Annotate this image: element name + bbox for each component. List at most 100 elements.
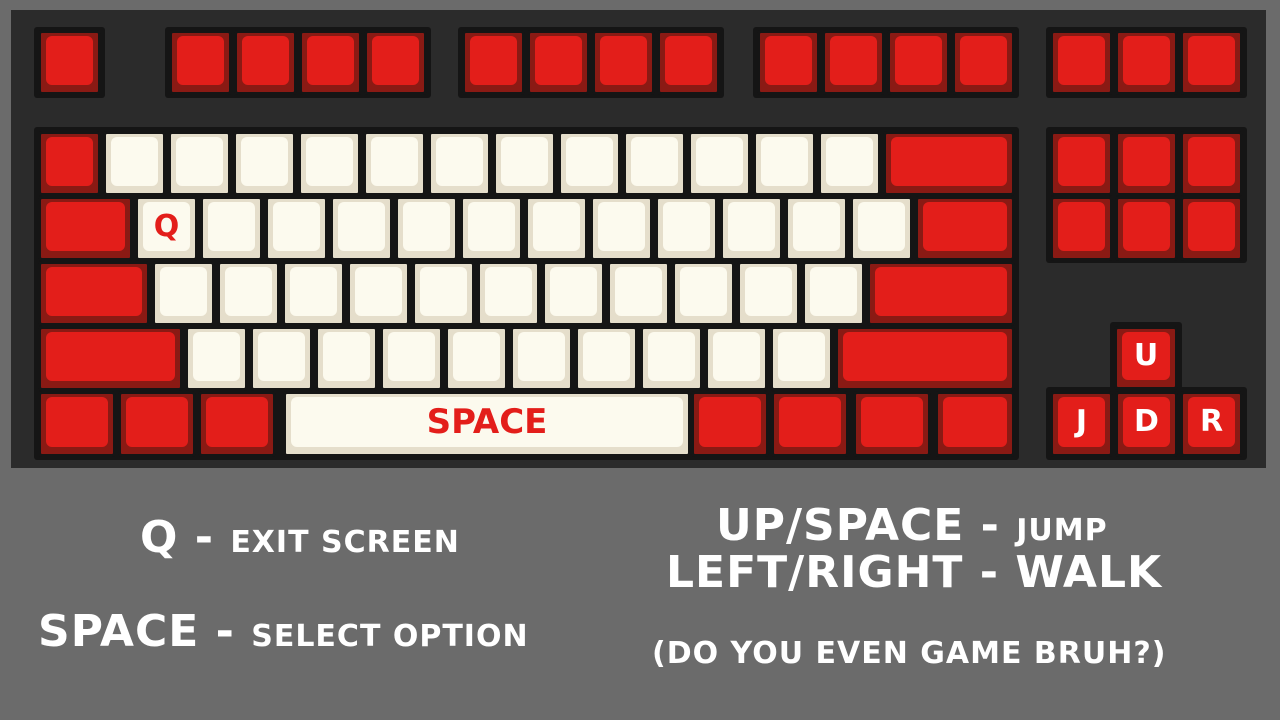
key-caps — [38, 261, 150, 326]
key-row4-5 — [445, 326, 508, 391]
key-print-2 — [1115, 30, 1178, 95]
key-f10 — [822, 30, 885, 95]
hint-joke-text: (DO YOU EVEN GAME BRUH?) — [652, 636, 1167, 671]
key-rshift — [835, 326, 1015, 391]
key-arrow-left: J — [1050, 391, 1113, 457]
key-row3-7 — [542, 261, 605, 326]
key-row3-3 — [282, 261, 345, 326]
key-row2-10 — [720, 196, 783, 261]
key-row4-3 — [315, 326, 378, 391]
key-row2-5 — [395, 196, 458, 261]
key-esc — [38, 30, 101, 95]
key-row3-8 — [607, 261, 670, 326]
hint-space-action: SELECT OPTION — [251, 619, 529, 654]
key-row4-7 — [575, 326, 638, 391]
key-nav-1 — [1050, 131, 1113, 196]
key-lwin — [118, 391, 196, 457]
key-row2-9 — [655, 196, 718, 261]
hint-separator: - — [963, 547, 1016, 598]
key-row2-11 — [785, 196, 848, 261]
key-num-12 — [818, 131, 881, 196]
key-num-9 — [623, 131, 686, 196]
hint-jump: UP/SPACE - JUMP — [716, 500, 1108, 551]
key-num-11 — [753, 131, 816, 196]
hint-joke: (DO YOU EVEN GAME BRUH?) — [652, 636, 1166, 671]
key-space-legend: SPACE — [426, 402, 548, 442]
key-row4-1 — [185, 326, 248, 391]
key-arrow-up: U — [1114, 326, 1178, 390]
key-arrow-right-legend: R — [1199, 404, 1224, 439]
key-enter — [867, 261, 1015, 326]
key-nav-5 — [1115, 196, 1178, 261]
key-row3-10 — [737, 261, 800, 326]
key-row2-2 — [200, 196, 263, 261]
key-num-8 — [558, 131, 621, 196]
key-num-2 — [168, 131, 231, 196]
key-f4 — [364, 30, 427, 95]
key-num-5 — [363, 131, 426, 196]
key-row2-8 — [590, 196, 653, 261]
key-f1 — [169, 30, 232, 95]
key-num-10 — [688, 131, 751, 196]
key-row3-2 — [217, 261, 280, 326]
key-row3-9 — [672, 261, 735, 326]
key-row2-4 — [330, 196, 393, 261]
key-f5 — [462, 30, 525, 95]
key-num-4 — [298, 131, 361, 196]
hint-separator: - — [199, 606, 252, 657]
key-row2-3 — [265, 196, 328, 261]
key-row3-4 — [347, 261, 410, 326]
key-num-3 — [233, 131, 296, 196]
key-f2 — [234, 30, 297, 95]
key-rwin — [771, 391, 849, 457]
key-num-1 — [103, 131, 166, 196]
key-f11 — [887, 30, 950, 95]
key-q: Q — [135, 196, 198, 261]
key-f8 — [657, 30, 720, 95]
key-grave — [38, 131, 101, 196]
key-nav-2 — [1115, 131, 1178, 196]
hint-q-key: Q — [140, 512, 179, 563]
hint-walk: LEFT/RIGHT - WALK — [666, 547, 1162, 598]
key-f6 — [527, 30, 590, 95]
key-arrow-up-legend: U — [1133, 338, 1159, 373]
key-nav-4 — [1050, 196, 1113, 261]
key-lctrl — [38, 391, 116, 457]
key-menu — [853, 391, 931, 457]
key-f7 — [592, 30, 655, 95]
key-arrow-down: D — [1115, 391, 1178, 457]
key-num-6 — [428, 131, 491, 196]
key-print-3 — [1180, 30, 1243, 95]
key-rctrl — [935, 391, 1015, 457]
hint-exit-screen: Q - EXIT SCREEN — [140, 512, 460, 563]
key-backslash — [915, 196, 1015, 261]
hint-select-option: SPACE - SELECT OPTION — [38, 606, 529, 657]
key-arrow-left-legend: J — [1075, 404, 1088, 439]
key-lalt — [198, 391, 276, 457]
key-q-legend: Q — [153, 208, 180, 244]
key-row4-4 — [380, 326, 443, 391]
key-row3-5 — [412, 261, 475, 326]
key-tab — [38, 196, 133, 261]
key-arrow-down-legend: D — [1134, 404, 1159, 439]
hint-separator: - — [178, 512, 231, 563]
key-ralt — [691, 391, 769, 457]
key-row4-9 — [705, 326, 768, 391]
key-backspace — [883, 131, 1015, 196]
key-arrow-right: R — [1180, 391, 1243, 457]
key-row3-6 — [477, 261, 540, 326]
key-row2-12 — [850, 196, 913, 261]
hint-q-action: EXIT SCREEN — [230, 525, 460, 560]
key-row4-10 — [770, 326, 833, 391]
hint-walk-action: WALK — [1015, 547, 1163, 598]
key-row4-2 — [250, 326, 313, 391]
key-row4-8 — [640, 326, 703, 391]
key-f12 — [952, 30, 1015, 95]
key-num-7 — [493, 131, 556, 196]
key-f9 — [757, 30, 820, 95]
key-nav-3 — [1180, 131, 1243, 196]
key-f3 — [299, 30, 362, 95]
key-lshift — [38, 326, 183, 391]
hint-space-key: SPACE — [38, 606, 200, 657]
hint-separator: - — [964, 500, 1017, 551]
